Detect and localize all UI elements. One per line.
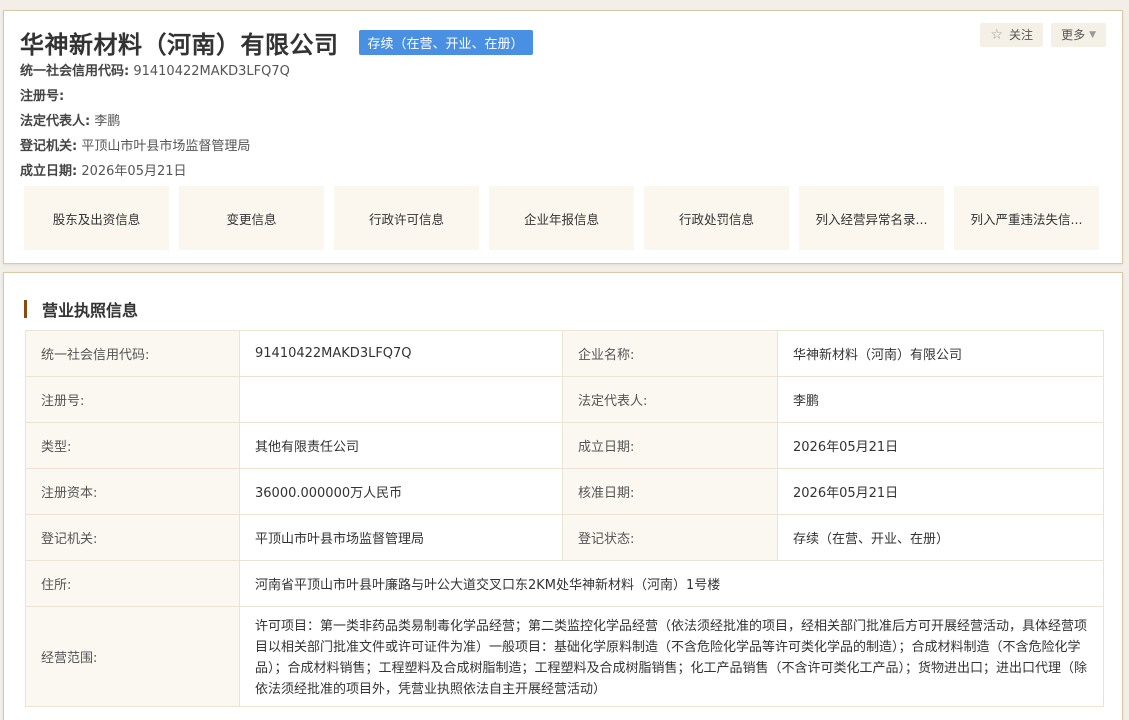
table-row: 登记机关: 平顶山市叶县市场监督管理局 登记状态: 存续（在营、开业、在册） (25, 514, 1104, 561)
tab-annual-report[interactable]: 企业年报信息 (489, 186, 634, 250)
tab-abnormal-list[interactable]: 列入经营异常名录... (799, 186, 944, 250)
cell-label: 企业名称: (562, 330, 778, 377)
summary-founded: 成立日期: 2026年05月21日 (20, 159, 290, 184)
cell-value (239, 376, 563, 423)
cell-value: 2026年05月21日 (777, 422, 1104, 469)
credit-code-label: 统一社会信用代码: (20, 64, 130, 79)
table-row: 统一社会信用代码: 91410422MAKD3LFQ7Q 企业名称: 华神新材料… (25, 330, 1104, 377)
cell-label: 核准日期: (562, 468, 778, 515)
founded-value: 2026年05月21日 (81, 164, 187, 179)
cell-value: 2026年05月21日 (777, 468, 1104, 515)
cell-value: 91410422MAKD3LFQ7Q (239, 330, 563, 377)
cell-label: 成立日期: (562, 422, 778, 469)
summary-legal-rep: 法定代表人: 李鹏 (20, 109, 290, 134)
section-bar (24, 300, 27, 318)
address-value: 河南省平顶山市叶县叶廉路与叶公大道交叉口东2KM处华神新材料（河南）1号楼 (239, 560, 1104, 607)
authority-label: 登记机关: (20, 139, 78, 154)
authority-value: 平顶山市叶县市场监督管理局 (81, 139, 251, 154)
company-name: 华神新材料（河南）有限公司 (20, 31, 339, 59)
cell-label: 统一社会信用代码: (25, 330, 240, 377)
scope-row: 经营范围: 许可项目：第一类非药品类易制毒化学品经营；第二类监控化学品经营（依法… (25, 606, 1104, 707)
cell-label: 类型: (25, 422, 240, 469)
summary-authority: 登记机关: 平顶山市叶县市场监督管理局 (20, 134, 290, 159)
business-license-card: 营业执照信息 统一社会信用代码: 91410422MAKD3LFQ7Q 企业名称… (3, 272, 1123, 720)
cell-value: 存续（在营、开业、在册） (777, 514, 1104, 561)
table-row: 类型: 其他有限责任公司 成立日期: 2026年05月21日 (25, 422, 1104, 469)
tab-admin-license[interactable]: 行政许可信息 (334, 186, 479, 250)
caret-down-icon: ▼ (1089, 30, 1096, 40)
company-header-card: 华神新材料（河南）有限公司 存续（在营、开业、在册） ☆ 关注 更多 ▼ 统一社… (3, 10, 1123, 264)
cell-label: 登记机关: (25, 514, 240, 561)
credit-code-value: 91410422MAKD3LFQ7Q (133, 64, 290, 79)
cell-value: 平顶山市叶县市场监督管理局 (239, 514, 563, 561)
cell-label: 注册资本: (25, 468, 240, 515)
section-title-text: 营业执照信息 (42, 301, 139, 320)
section-title: 营业执照信息 (24, 297, 138, 321)
star-icon: ☆ (990, 27, 1004, 43)
follow-button[interactable]: ☆ 关注 (980, 23, 1044, 47)
scope-label: 经营范围: (25, 606, 240, 707)
table-row: 注册资本: 36000.000000万人民币 核准日期: 2026年05月21日 (25, 468, 1104, 515)
tab-serious-violation[interactable]: 列入严重违法失信... (954, 186, 1099, 250)
legal-rep-value: 李鹏 (94, 114, 121, 129)
address-row: 住所: 河南省平顶山市叶县叶廉路与叶公大道交叉口东2KM处华神新材料（河南）1号… (25, 560, 1104, 607)
summary-info: 统一社会信用代码: 91410422MAKD3LFQ7Q 注册号: 法定代表人:… (20, 59, 290, 184)
reg-no-label: 注册号: (20, 89, 65, 104)
cell-label: 注册号: (25, 376, 240, 423)
cell-value: 其他有限责任公司 (239, 422, 563, 469)
title-row: 华神新材料（河南）有限公司 存续（在营、开业、在册） (20, 25, 533, 60)
cell-value: 36000.000000万人民币 (239, 468, 563, 515)
table-row: 注册号: 法定代表人: 李鹏 (25, 376, 1104, 423)
more-label: 更多 (1061, 28, 1086, 42)
summary-reg-no: 注册号: (20, 84, 290, 109)
info-tabs: 股东及出资信息 变更信息 行政许可信息 企业年报信息 行政处罚信息 列入经营异常… (24, 186, 1099, 250)
license-table: 统一社会信用代码: 91410422MAKD3LFQ7Q 企业名称: 华神新材料… (25, 330, 1104, 707)
tab-admin-penalty[interactable]: 行政处罚信息 (644, 186, 789, 250)
cell-label: 法定代表人: (562, 376, 778, 423)
address-label: 住所: (25, 560, 240, 607)
founded-label: 成立日期: (20, 164, 78, 179)
status-badge: 存续（在营、开业、在册） (358, 30, 533, 55)
cell-value: 李鹏 (777, 376, 1104, 423)
more-button[interactable]: 更多 ▼ (1051, 23, 1106, 47)
scope-value: 许可项目：第一类非药品类易制毒化学品经营；第二类监控化学品经营（依法须经批准的项… (239, 606, 1104, 707)
cell-value: 华神新材料（河南）有限公司 (777, 330, 1104, 377)
top-actions: ☆ 关注 更多 ▼ (980, 23, 1106, 47)
summary-credit-code: 统一社会信用代码: 91410422MAKD3LFQ7Q (20, 59, 290, 84)
legal-rep-label: 法定代表人: (20, 114, 91, 129)
tab-changes[interactable]: 变更信息 (179, 186, 324, 250)
tab-shareholders[interactable]: 股东及出资信息 (24, 186, 169, 250)
cell-label: 登记状态: (562, 514, 778, 561)
follow-label: 关注 (1009, 28, 1034, 42)
